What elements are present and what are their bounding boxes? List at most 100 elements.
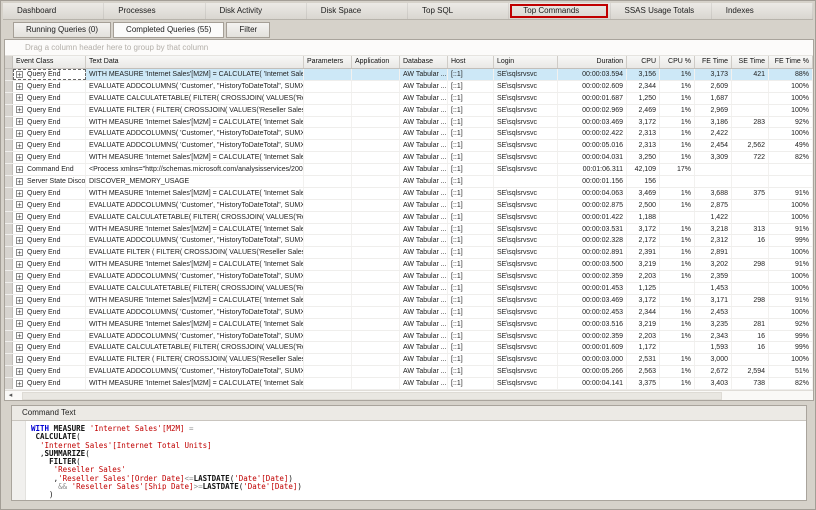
- se-time-cell[interactable]: 283: [732, 117, 769, 128]
- database-cell[interactable]: AW Tabular ....: [400, 247, 448, 258]
- cpu-cell[interactable]: 1%: [660, 259, 695, 270]
- login-cell[interactable]: SE\sqlsrvsvc: [494, 295, 558, 306]
- event-class-cell[interactable]: +Query End: [13, 283, 86, 294]
- text-data-cell[interactable]: EVALUATE ADDCOLUMNS( 'Customer', "Histor…: [86, 235, 304, 246]
- expand-icon[interactable]: +: [16, 261, 23, 268]
- parameters-cell[interactable]: [304, 224, 352, 235]
- fe-time-cell[interactable]: 3,218: [695, 224, 732, 235]
- cpu-cell[interactable]: 2,500: [627, 200, 660, 211]
- table-row[interactable]: +Query EndEVALUATE CALCULATETABLE( FILTE…: [5, 93, 813, 105]
- expand-icon[interactable]: +: [16, 308, 23, 315]
- login-cell[interactable]: SE\sqlsrvsvc: [494, 188, 558, 199]
- table-row[interactable]: +Query EndEVALUATE CALCULATETABLE( FILTE…: [5, 212, 813, 224]
- duration-cell[interactable]: 00:00:04.031: [558, 152, 627, 163]
- event-class-cell[interactable]: +Query End: [13, 331, 86, 342]
- application-cell[interactable]: [352, 69, 400, 80]
- application-cell[interactable]: [352, 271, 400, 282]
- expand-icon[interactable]: +: [16, 285, 23, 292]
- fe-time-cell[interactable]: 100%: [769, 247, 813, 258]
- database-cell[interactable]: AW Tabular ....: [400, 200, 448, 211]
- cpu-cell[interactable]: 1,172: [627, 342, 660, 353]
- database-cell[interactable]: AW Tabular ....: [400, 176, 448, 187]
- cpu-cell[interactable]: 1,188: [627, 212, 660, 223]
- login-cell[interactable]: SE\sqlsrvsvc: [494, 354, 558, 365]
- tab-top-commands[interactable]: Top Commands: [509, 3, 610, 19]
- fe-time-cell[interactable]: 100%: [769, 81, 813, 92]
- event-class-cell[interactable]: +Query End: [13, 105, 86, 116]
- expand-icon[interactable]: +: [16, 190, 23, 197]
- tab-indexes[interactable]: Indexes: [712, 3, 813, 19]
- fe-time-cell[interactable]: 99%: [769, 342, 813, 353]
- text-data-cell[interactable]: WITH MEASURE 'Internet Sales'[M2M] = CAL…: [86, 152, 304, 163]
- login-cell[interactable]: SE\sqlsrvsvc: [494, 200, 558, 211]
- se-time-cell[interactable]: 281: [732, 319, 769, 330]
- parameters-cell[interactable]: [304, 354, 352, 365]
- cpu-cell[interactable]: 1%: [660, 81, 695, 92]
- fe-time-cell[interactable]: 2,454: [695, 140, 732, 151]
- se-time-cell[interactable]: [732, 105, 769, 116]
- login-cell[interactable]: SE\sqlsrvsvc: [494, 152, 558, 163]
- duration-cell[interactable]: 00:00:02.422: [558, 128, 627, 139]
- duration-cell[interactable]: 00:00:03.516: [558, 319, 627, 330]
- fe-time-cell[interactable]: 2,875: [695, 200, 732, 211]
- text-data-cell[interactable]: EVALUATE FILTER ( FILTER( CROSSJOIN( VAL…: [86, 354, 304, 365]
- login-cell[interactable]: SE\sqlsrvsvc: [494, 164, 558, 175]
- event-class-cell[interactable]: +Query End: [13, 212, 86, 223]
- host-cell[interactable]: [::1]: [448, 307, 494, 318]
- cpu-cell[interactable]: 2,391: [627, 247, 660, 258]
- command-text-body[interactable]: WITH MEASURE 'Internet Sales'[M2M] = CAL…: [12, 421, 806, 500]
- cpu-cell[interactable]: 1%: [660, 235, 695, 246]
- table-row[interactable]: +Server State Discov...DISCOVER_MEMORY_U…: [5, 176, 813, 188]
- column-header-database[interactable]: Database: [400, 56, 448, 68]
- host-cell[interactable]: [::1]: [448, 93, 494, 104]
- scrollbar-thumb[interactable]: [22, 392, 722, 400]
- database-cell[interactable]: AW Tabular ....: [400, 81, 448, 92]
- fe-time-cell[interactable]: 92%: [769, 117, 813, 128]
- expand-icon[interactable]: +: [16, 213, 23, 220]
- duration-cell[interactable]: 00:00:05.266: [558, 366, 627, 377]
- parameters-cell[interactable]: [304, 212, 352, 223]
- fe-time-cell[interactable]: 3,171: [695, 295, 732, 306]
- login-cell[interactable]: SE\sqlsrvsvc: [494, 93, 558, 104]
- database-cell[interactable]: AW Tabular ....: [400, 140, 448, 151]
- application-cell[interactable]: [352, 342, 400, 353]
- fe-time-cell[interactable]: 3,235: [695, 319, 732, 330]
- fe-time-cell[interactable]: 2,969: [695, 105, 732, 116]
- table-row[interactable]: +Query EndEVALUATE ADDCOLUMNS( 'Customer…: [5, 200, 813, 212]
- text-data-cell[interactable]: EVALUATE ADDCOLUMNS( 'Customer', "Histor…: [86, 81, 304, 92]
- event-class-cell[interactable]: +Query End: [13, 271, 86, 282]
- application-cell[interactable]: [352, 105, 400, 116]
- fe-time-cell[interactable]: 51%: [769, 366, 813, 377]
- subtab-filter[interactable]: Filter: [226, 22, 270, 38]
- cpu-cell[interactable]: 3,172: [627, 117, 660, 128]
- event-class-cell[interactable]: +Query End: [13, 247, 86, 258]
- fe-time-cell[interactable]: 1,593: [695, 342, 732, 353]
- login-cell[interactable]: SE\sqlsrvsvc: [494, 366, 558, 377]
- event-class-cell[interactable]: +Query End: [13, 188, 86, 199]
- fe-time-cell[interactable]: 100%: [769, 128, 813, 139]
- event-class-cell[interactable]: +Query End: [13, 69, 86, 80]
- cpu-cell[interactable]: 3,172: [627, 224, 660, 235]
- login-cell[interactable]: SE\sqlsrvsvc: [494, 117, 558, 128]
- se-time-cell[interactable]: 738: [732, 378, 769, 389]
- host-cell[interactable]: [::1]: [448, 283, 494, 294]
- fe-time-cell[interactable]: 100%: [769, 200, 813, 211]
- cpu-cell[interactable]: 3,469: [627, 188, 660, 199]
- cpu-cell[interactable]: 1,125: [627, 283, 660, 294]
- login-cell[interactable]: SE\sqlsrvsvc: [494, 271, 558, 282]
- database-cell[interactable]: AW Tabular ....: [400, 307, 448, 318]
- login-cell[interactable]: SE\sqlsrvsvc: [494, 81, 558, 92]
- duration-cell[interactable]: 00:00:04.063: [558, 188, 627, 199]
- column-header-cpu[interactable]: CPU: [627, 56, 660, 68]
- event-class-cell[interactable]: +Query End: [13, 342, 86, 353]
- parameters-cell[interactable]: [304, 331, 352, 342]
- cpu-cell[interactable]: [660, 176, 695, 187]
- event-class-cell[interactable]: +Query End: [13, 307, 86, 318]
- application-cell[interactable]: [352, 224, 400, 235]
- text-data-cell[interactable]: EVALUATE CALCULATETABLE( FILTER( CROSSJO…: [86, 212, 304, 223]
- host-cell[interactable]: [::1]: [448, 212, 494, 223]
- text-data-cell[interactable]: EVALUATE ADDCOLUMNS( 'Customer', "Histor…: [86, 140, 304, 151]
- parameters-cell[interactable]: [304, 164, 352, 175]
- parameters-cell[interactable]: [304, 105, 352, 116]
- fe-time-cell[interactable]: 3,309: [695, 152, 732, 163]
